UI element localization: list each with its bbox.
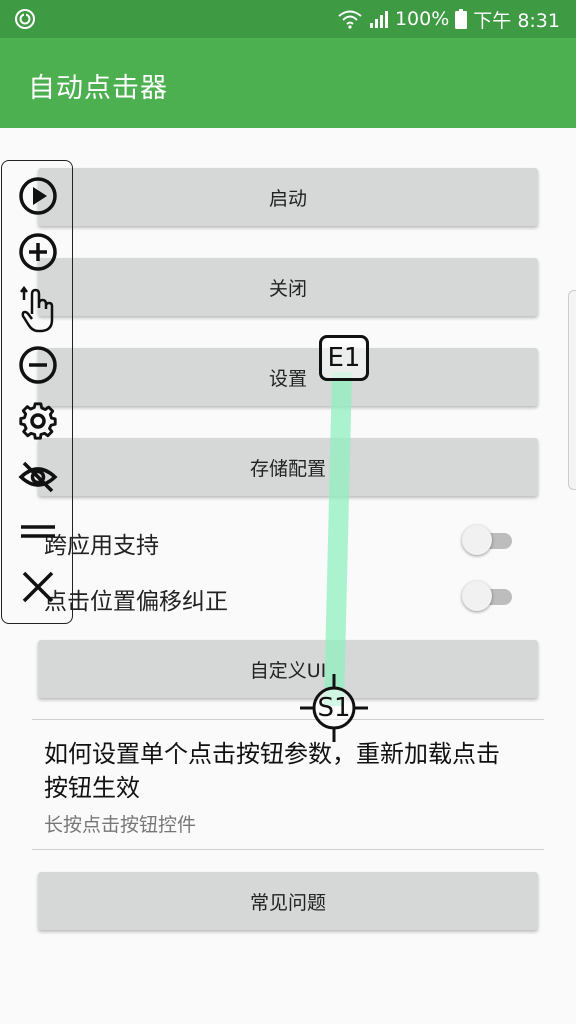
play-icon[interactable]: [18, 176, 58, 216]
battery-percent: 100%: [394, 8, 450, 30]
help-item-subtitle: 长按点击按钮控件: [44, 814, 197, 836]
cross-app-support-switch[interactable]: [462, 522, 516, 558]
help-item-title[interactable]: 如何设置单个点击按钮参数，重新加载点击按钮生效: [44, 737, 504, 805]
clock: 下午 8:31: [473, 9, 560, 32]
wifi-icon: [338, 10, 362, 29]
save-config-button[interactable]: 存储配置: [38, 438, 538, 496]
divider: [32, 719, 544, 720]
app-title: 自动点击器: [28, 73, 168, 104]
edge-panel-handle[interactable]: [568, 290, 576, 490]
close-button[interactable]: 关闭: [38, 258, 538, 316]
add-icon[interactable]: [18, 232, 58, 272]
app-bar: 自动点击器: [0, 38, 576, 128]
switch-thumb: [462, 581, 492, 611]
signal-icon: [369, 11, 388, 28]
swipe-start-marker[interactable]: S1: [300, 674, 368, 742]
custom-ui-button[interactable]: 自定义UI: [38, 640, 538, 698]
remove-icon[interactable]: [18, 345, 58, 385]
settings-button[interactable]: 设置: [38, 348, 538, 406]
app-notification-icon: [15, 9, 35, 29]
floating-toolbar: [1, 160, 73, 624]
divider: [32, 849, 544, 850]
swipe-trail: [324, 372, 352, 706]
gear-icon[interactable]: [18, 401, 58, 441]
battery-icon: [455, 9, 468, 29]
start-button[interactable]: 启动: [38, 168, 538, 226]
swipe-start-label: S1: [317, 693, 351, 723]
swipe-gesture-icon[interactable]: [18, 286, 58, 334]
drag-handle-icon[interactable]: [18, 513, 58, 553]
switch-thumb: [462, 525, 492, 555]
close-icon[interactable]: [18, 567, 58, 607]
swipe-end-marker[interactable]: E1: [319, 335, 369, 381]
click-offset-correction-switch[interactable]: [462, 578, 516, 614]
swipe-end-label: E1: [327, 343, 361, 373]
hide-eye-icon[interactable]: [18, 457, 58, 497]
status-bar: 100% 下午 8:31: [0, 0, 576, 38]
faq-button[interactable]: 常见问题: [38, 872, 538, 930]
